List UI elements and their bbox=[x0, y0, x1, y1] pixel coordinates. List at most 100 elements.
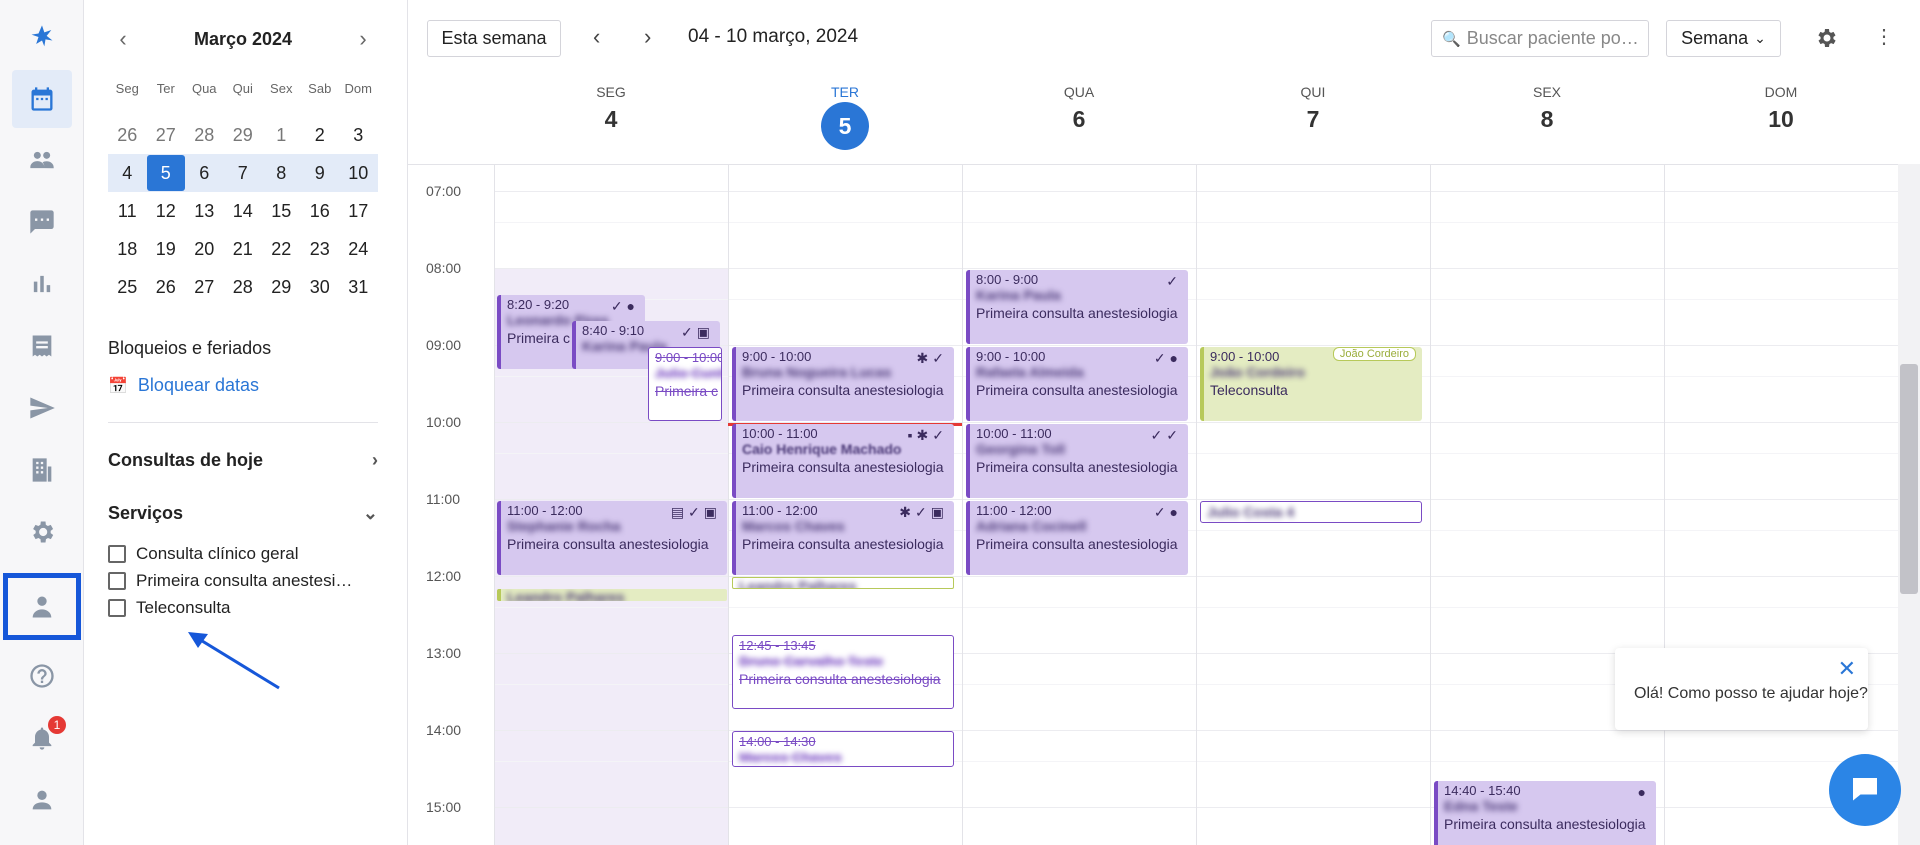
checkbox-icon[interactable] bbox=[108, 572, 126, 590]
service-checkbox[interactable]: Teleconsulta bbox=[108, 598, 378, 618]
time-label: 15:00 bbox=[426, 799, 462, 815]
receipt-icon[interactable] bbox=[12, 317, 72, 375]
weekday-label: Dom bbox=[344, 81, 372, 96]
appointment-card[interactable]: 8:00 - 9:00 Karina Paula Primeira consul… bbox=[966, 270, 1188, 344]
chat-launcher-button[interactable] bbox=[1829, 754, 1901, 826]
calendar-day[interactable]: 26 bbox=[108, 117, 147, 153]
calendar-day[interactable]: 27 bbox=[147, 117, 186, 153]
calendar-day[interactable]: 29 bbox=[224, 117, 263, 153]
logo-icon[interactable] bbox=[12, 8, 72, 66]
appointment-card[interactable]: 9:00 - 10:00 Bruna Nogueira Lucas Primei… bbox=[732, 347, 954, 421]
calendar-day[interactable]: 20 bbox=[185, 231, 224, 267]
appointment-card-teleconsult[interactable]: 9:00 - 10:00 João Cordeiro Teleconsulta … bbox=[1200, 347, 1422, 421]
calendar-day[interactable]: 17 bbox=[339, 193, 378, 229]
close-icon[interactable]: ✕ bbox=[1838, 656, 1856, 682]
checkbox-icon[interactable] bbox=[108, 599, 126, 617]
calendar-day[interactable]: 1 bbox=[262, 117, 301, 153]
this-week-button[interactable]: Esta semana bbox=[427, 20, 561, 57]
appt-service: Primeira c bbox=[655, 383, 719, 399]
day-name: QUI bbox=[1300, 84, 1326, 100]
gear-icon[interactable] bbox=[12, 503, 72, 561]
calendar-day[interactable]: 13 bbox=[185, 193, 224, 229]
services-row[interactable]: Serviços ⌄ bbox=[108, 503, 378, 524]
day-header[interactable]: DOM 10 bbox=[1664, 84, 1898, 133]
note-check-calendar-icon: ▤✓▣ bbox=[670, 504, 721, 520]
calendar-day[interactable]: 26 bbox=[147, 269, 186, 305]
service-checkbox[interactable]: Primeira consulta anestesi… bbox=[108, 571, 378, 591]
building-icon[interactable] bbox=[12, 441, 72, 499]
users-icon[interactable] bbox=[12, 131, 72, 189]
appointment-card-cancelled[interactable]: 9:00 - 10:00 Julio Cunha Primeira c bbox=[648, 347, 722, 421]
chat-popup[interactable]: ✕ Olá! Como posso te ajudar hoje? bbox=[1615, 648, 1868, 730]
calendar-day[interactable]: 16 bbox=[301, 193, 340, 229]
calendar-day[interactable]: 6 bbox=[185, 155, 224, 191]
appointment-card[interactable]: 14:40 - 15:40 Edna Teste Primeira consul… bbox=[1434, 781, 1656, 845]
status-check-icon: ✱✓ bbox=[916, 350, 948, 366]
calendar-day[interactable]: 12 bbox=[147, 193, 186, 229]
calendar-day[interactable]: 25 bbox=[108, 269, 147, 305]
view-select[interactable]: Semana ⌄ bbox=[1666, 20, 1781, 57]
chat-icon[interactable] bbox=[12, 193, 72, 251]
next-month-icon[interactable]: › bbox=[348, 26, 378, 52]
calendar-day[interactable]: 11 bbox=[108, 193, 147, 229]
calendar-day[interactable]: 28 bbox=[224, 269, 263, 305]
calendar-day[interactable]: 22 bbox=[262, 231, 301, 267]
day-number: 5 bbox=[821, 102, 869, 150]
appointment-card-cancelled[interactable]: 14:00 - 14:30 Marcos Chaves bbox=[732, 731, 954, 767]
calendar-day[interactable]: 29 bbox=[262, 269, 301, 305]
prev-week-icon[interactable]: ‹ bbox=[593, 24, 600, 50]
calendar-day[interactable]: 8 bbox=[262, 155, 301, 191]
time-label: 09:00 bbox=[426, 337, 462, 353]
calendar-day[interactable]: 21 bbox=[224, 231, 263, 267]
help-icon[interactable] bbox=[12, 647, 72, 705]
calendar-day[interactable]: 31 bbox=[339, 269, 378, 305]
chart-icon[interactable] bbox=[12, 255, 72, 313]
day-header[interactable]: SEG 4 bbox=[494, 84, 728, 133]
appointment-card[interactable]: 11:00 - 12:00 Marcos Chaves Primeira con… bbox=[732, 501, 954, 575]
calendar-day[interactable]: 14 bbox=[224, 193, 263, 229]
day-header[interactable]: QUI 7 bbox=[1196, 84, 1430, 133]
appointment-card[interactable]: 10:00 - 11:00 Georgina Toll Primeira con… bbox=[966, 424, 1188, 498]
chat-message: Olá! Como posso te ajudar hoje? bbox=[1634, 685, 1868, 702]
calendar-day[interactable]: 30 bbox=[301, 269, 340, 305]
calendar-day-today[interactable]: 5 bbox=[146, 155, 185, 191]
calendar-day[interactable]: 18 bbox=[108, 231, 147, 267]
day-header[interactable]: QUA 6 bbox=[962, 84, 1196, 133]
day-header-today[interactable]: TER 5 bbox=[728, 84, 962, 150]
scrollbar-thumb[interactable] bbox=[1900, 364, 1918, 594]
appointment-card-cancelled[interactable]: 12:45 - 13:45 Bruno Carvalho Teste Prime… bbox=[732, 635, 954, 709]
appointment-card-slim[interactable]: Leandro Palhares bbox=[732, 577, 954, 589]
calendar-day[interactable]: 19 bbox=[147, 231, 186, 267]
side-panel: ‹ Março 2024 › Seg Ter Qua Qui Sex Sab D… bbox=[84, 0, 408, 845]
checkbox-icon[interactable] bbox=[108, 545, 126, 563]
calendar-day[interactable]: 10 bbox=[339, 155, 378, 191]
calendar-day[interactable]: 2 bbox=[301, 117, 340, 153]
day-header[interactable]: SEX 8 bbox=[1430, 84, 1664, 133]
block-dates-link[interactable]: 📅 Bloquear datas bbox=[108, 375, 259, 396]
calendar-day[interactable]: 23 bbox=[301, 231, 340, 267]
calendar-day[interactable]: 15 bbox=[262, 193, 301, 229]
calendar-day[interactable]: 24 bbox=[339, 231, 378, 267]
send-icon[interactable] bbox=[12, 379, 72, 437]
appointment-card-slim[interactable]: Leandro Palhares bbox=[497, 589, 727, 601]
service-checkbox[interactable]: Consulta clínico geral bbox=[108, 544, 378, 564]
appointment-card-slim[interactable]: Julio Costa 4 bbox=[1200, 501, 1422, 523]
today-consults-row[interactable]: Consultas de hoje › bbox=[108, 450, 378, 471]
search-input[interactable]: 🔍 Buscar paciente po… bbox=[1431, 20, 1649, 57]
calendar-day[interactable]: 28 bbox=[185, 117, 224, 153]
more-menu-icon[interactable]: ⋮ bbox=[1874, 24, 1894, 49]
appointment-card[interactable]: 11:00 - 12:00 Stephanie Rocha Primeira c… bbox=[497, 501, 727, 575]
appointment-card[interactable]: 10:00 - 11:00 Caio Henrique Machado Prim… bbox=[732, 424, 954, 498]
calendar-day[interactable]: 7 bbox=[224, 155, 263, 191]
calendar-day[interactable]: 4 bbox=[108, 155, 147, 191]
prev-month-icon[interactable]: ‹ bbox=[108, 26, 138, 52]
calendar-icon[interactable] bbox=[12, 70, 72, 128]
calendar-day[interactable]: 3 bbox=[339, 117, 378, 153]
calendar-day[interactable]: 9 bbox=[301, 155, 340, 191]
appointment-card[interactable]: 9:00 - 10:00 Rafaela Almeida Primeira co… bbox=[966, 347, 1188, 421]
appointment-card[interactable]: 11:00 - 12:00 Adriana Cocinell Primeira … bbox=[966, 501, 1188, 575]
next-week-icon[interactable]: › bbox=[644, 24, 651, 50]
person-icon[interactable] bbox=[12, 771, 72, 829]
calendar-day[interactable]: 27 bbox=[185, 269, 224, 305]
settings-gear-icon[interactable] bbox=[1814, 26, 1838, 55]
